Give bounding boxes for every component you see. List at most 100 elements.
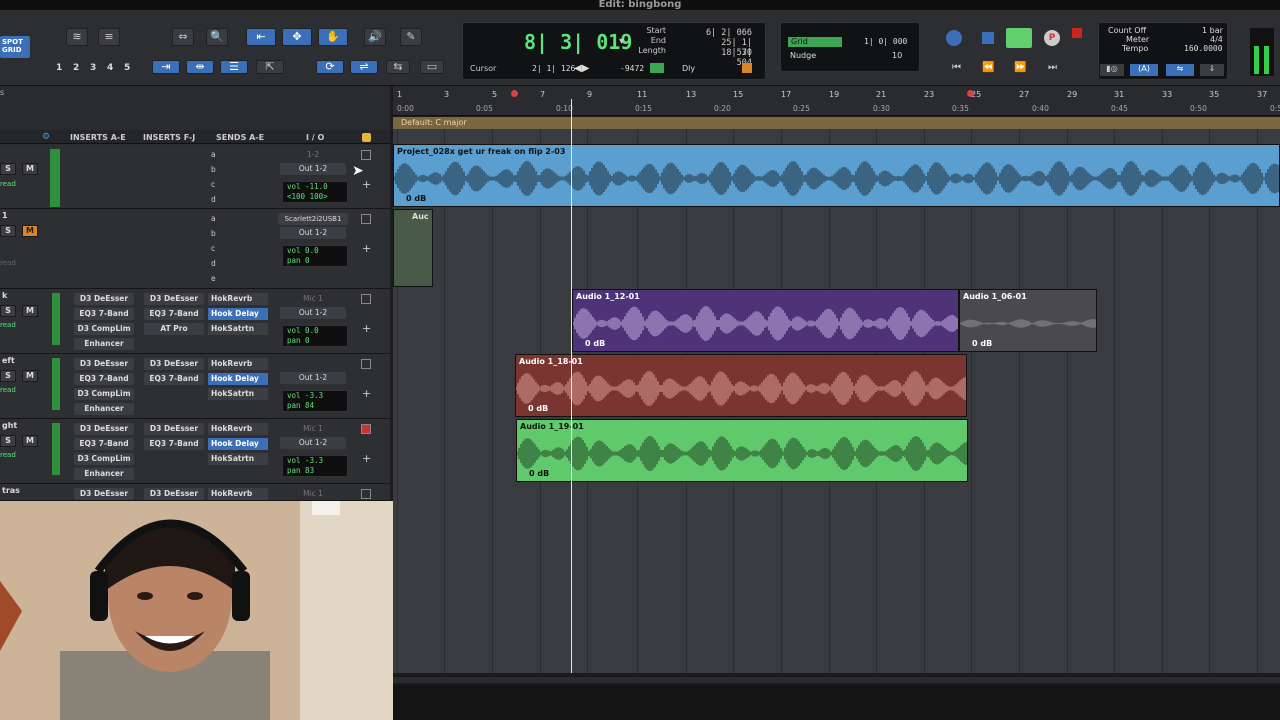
send-slot-a[interactable]: a [211, 150, 216, 159]
playhead[interactable] [571, 99, 572, 673]
vol-pan-display[interactable]: vol -3.3 pan 84 [282, 390, 348, 412]
grid-toggle[interactable]: Grid [788, 37, 842, 47]
automation-mode[interactable]: read [0, 451, 16, 459]
output-selector[interactable]: Out 1-2 [280, 227, 346, 239]
insert-slot[interactable]: D3 DeEsser [74, 423, 134, 435]
insert-slot[interactable]: D3 DeEsser [74, 358, 134, 370]
dly-label[interactable]: Dly [682, 64, 695, 73]
mute-button[interactable]: M [22, 370, 38, 382]
tempo-ruler-icon[interactable]: ⇋ [1166, 64, 1194, 76]
midi-input-icon[interactable] [742, 63, 752, 73]
mute-button[interactable]: M [22, 163, 38, 175]
insert-slot[interactable]: EQ3 7-Band [144, 438, 204, 450]
audio-region[interactable]: Audio 1_19-01 0 dB [516, 419, 968, 482]
zoom-preset-1[interactable]: 1 [56, 63, 62, 73]
insert-slot[interactable]: EQ3 7-Band [74, 438, 134, 450]
col-inserts-fj[interactable]: INSERTS F-J [143, 133, 195, 142]
pencil-tool-icon[interactable]: ✎ [400, 28, 422, 46]
insert-slot[interactable]: Enhancer [74, 338, 134, 350]
send-slot[interactable] [208, 338, 268, 350]
rewind-to-start-icon[interactable]: ⏮ [952, 62, 961, 73]
mirror-midi-icon[interactable]: ⇆ [386, 60, 410, 74]
count-value[interactable]: 1 bar [1202, 26, 1223, 35]
meter-value[interactable]: 4/4 [1210, 35, 1223, 44]
link-timeline-icon[interactable]: ⟳ [316, 60, 344, 74]
add-icon[interactable]: + [362, 242, 371, 255]
mute-button[interactable]: M [22, 225, 38, 237]
send-slot-e[interactable]: e [211, 274, 216, 283]
rewind-icon[interactable]: ⏪ [982, 62, 994, 73]
timeline-ruler[interactable]: 1 3 5 7 9 11 13 15 17 19 21 23 25 27 29 31 33 35 37 0:00 0:0… [393, 86, 1280, 116]
vertical-zoom-icon[interactable]: ☰ [220, 60, 248, 74]
add-icon[interactable]: + [362, 387, 371, 400]
automation-mode[interactable]: read [0, 386, 16, 394]
input-selector[interactable]: Scarlett2i2USB1 [278, 213, 348, 225]
zoom-preset-4[interactable]: 4 [107, 63, 113, 73]
send-slot-d[interactable]: d [211, 259, 216, 268]
input-selector[interactable]: Mic 1 [280, 488, 346, 500]
send-slot[interactable]: HokSatrtn [208, 388, 268, 400]
output-selector[interactable]: Out 1-2 [280, 437, 346, 449]
zoom-preset-2[interactable]: 2 [73, 63, 79, 73]
automation-mode[interactable]: read [0, 180, 16, 188]
stop-icon[interactable] [982, 32, 994, 44]
add-icon[interactable]: + [362, 452, 371, 465]
track-name[interactable]: 1 [2, 211, 8, 220]
solo-button[interactable]: S [0, 225, 16, 237]
go-to-end-icon[interactable]: ⏭ [1048, 62, 1057, 73]
insert-slot[interactable]: D3 CompLim [74, 323, 134, 335]
comment-icon[interactable] [361, 424, 371, 434]
insert-slot[interactable]: D3 CompLim [74, 453, 134, 465]
horizontal-scrollbar[interactable] [393, 677, 1280, 683]
loop-icon[interactable] [946, 30, 962, 46]
selection-start[interactable]: 6| 2| 066 [704, 28, 752, 38]
send-slot[interactable]: HokRevrb [208, 358, 268, 370]
output-selector[interactable]: Out 1-2 [280, 163, 346, 175]
send-slot[interactable]: HokRevrb [208, 293, 268, 305]
audio-region[interactable]: Auc [393, 209, 433, 287]
track-name[interactable]: tras [2, 486, 20, 495]
track-name[interactable]: k [2, 291, 7, 300]
send-slot-c[interactable]: c [211, 244, 215, 253]
send-slot[interactable]: HokSatrtn [208, 323, 268, 335]
output-selector[interactable]: Out 1-2 [280, 372, 346, 384]
zoom-preset-3[interactable]: 3 [90, 63, 96, 73]
audio-region[interactable]: Audio 1_18-01 0 dB [515, 354, 967, 417]
count-off-label[interactable]: Count Off [1108, 26, 1146, 35]
insert-slot[interactable] [144, 453, 204, 465]
shuffle-tool-icon[interactable]: ≋ [66, 28, 88, 46]
send-slot[interactable]: HokRevrb [208, 423, 268, 435]
input-selector[interactable]: 1-2 [280, 149, 346, 161]
insert-slot[interactable]: D3 DeEsser [74, 293, 134, 305]
send-slot[interactable] [208, 468, 268, 480]
vol-pan-display[interactable]: vol 0.0 pan 0 [282, 245, 348, 267]
zoom-in-icon[interactable]: ⇥ [152, 60, 180, 74]
fast-forward-icon[interactable]: ⏩ [1014, 62, 1026, 73]
comment-icon[interactable] [361, 150, 371, 160]
zoom-toggle-icon[interactable]: ⇔ [172, 28, 194, 46]
selector-tool-icon[interactable]: ✥ [282, 28, 312, 46]
zoomer-tool-icon[interactable]: 🔍 [206, 28, 228, 46]
tempo-value[interactable]: 160.0000 [1184, 44, 1223, 53]
send-slot[interactable]: HokSatrtn [208, 453, 268, 465]
add-icon[interactable]: + [362, 178, 371, 191]
solo-button[interactable]: S [0, 370, 16, 382]
record-mode-icon[interactable]: P [1044, 30, 1060, 46]
automation-mode[interactable]: read [0, 259, 16, 267]
send-slot[interactable]: Hook Delay [208, 438, 268, 450]
midi-merge-icon[interactable]: (A) [1130, 64, 1158, 76]
insert-slot[interactable] [144, 338, 204, 350]
comment-icon[interactable] [361, 489, 371, 499]
comment-icon[interactable] [361, 359, 371, 369]
selection-end-marker[interactable] [967, 90, 974, 97]
insert-slot[interactable]: D3 DeEsser [144, 488, 204, 500]
insert-slot[interactable]: AT Pro [144, 323, 204, 335]
fit-zoom-icon[interactable]: ⇱ [256, 60, 284, 74]
tab-to-transients-icon[interactable]: ⇌ [350, 60, 378, 74]
track-name[interactable]: eft [2, 356, 15, 365]
send-slot[interactable] [208, 403, 268, 415]
send-slot-a[interactable]: a [211, 214, 216, 223]
vol-pan-display[interactable]: vol -11.0 <100 100> [282, 181, 348, 203]
col-sends-ae[interactable]: SENDS A-E [216, 133, 264, 142]
comment-icon[interactable] [361, 294, 371, 304]
